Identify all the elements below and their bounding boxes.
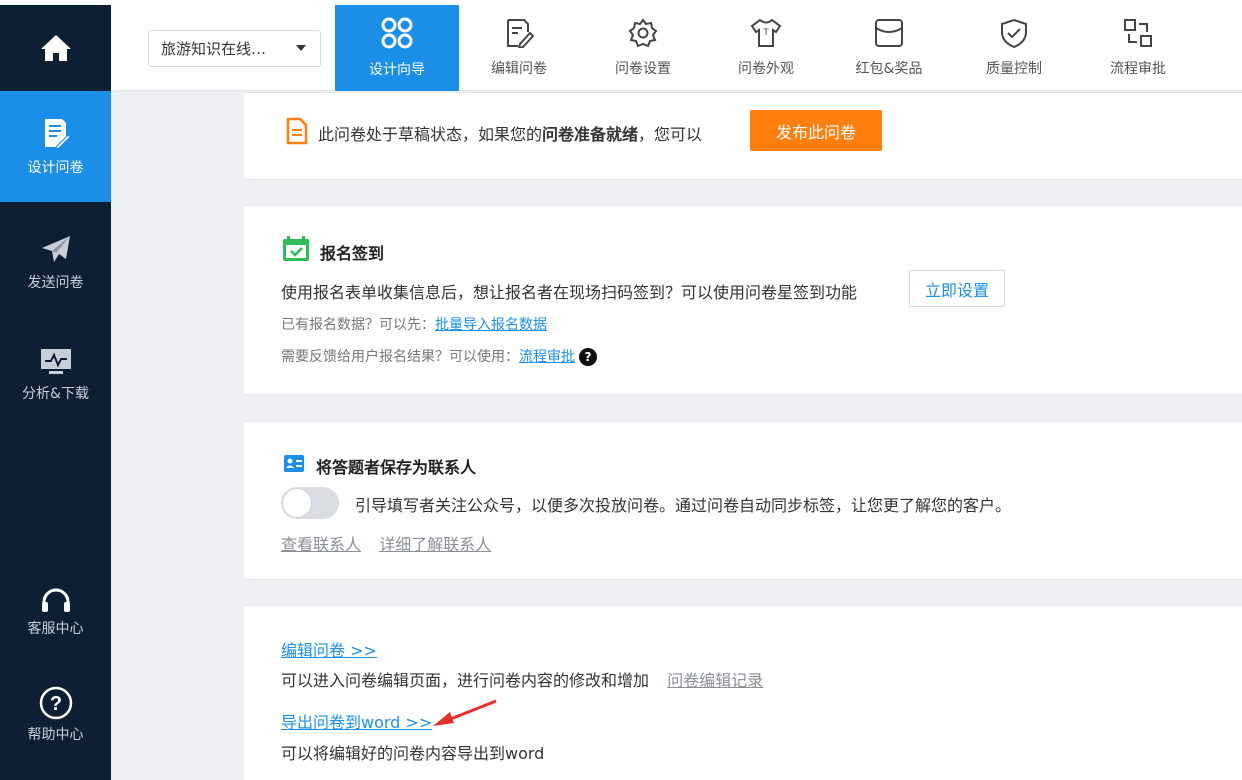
- question-circle-icon: ?: [39, 686, 72, 720]
- tab-survey-appearance[interactable]: T 问卷外观: [704, 5, 828, 91]
- home-button[interactable]: [0, 5, 111, 91]
- export-word-link[interactable]: 导出问卷到word >>: [281, 709, 432, 733]
- sidebar-item-label: 设计问卷: [27, 159, 84, 176]
- draft-text-before: 此问卷处于草稿状态，如果您的: [318, 125, 543, 144]
- contacts-title: 将答题者保存为联系人: [316, 458, 477, 477]
- calendar-check-icon: [283, 236, 309, 261]
- signup-title: 报名签到: [320, 244, 385, 263]
- process-approval-link[interactable]: 流程审批: [519, 349, 575, 365]
- feedback-hint: 需要反馈给用户报名结果？可以使用：流程审批?: [281, 346, 597, 366]
- gear-icon: [628, 18, 658, 48]
- sidebar-item-support[interactable]: 客服中心: [0, 573, 111, 653]
- sidebar-item-label: 客服中心: [27, 621, 84, 637]
- sidebar-item-analysis[interactable]: 分析&下载: [0, 325, 111, 425]
- contact-card-icon: [284, 455, 304, 472]
- top-nav-bar: 旅游知识在线… 设计向导 编辑问卷 问卷设置 T 问卷外观 红包&奖品 质量控制…: [111, 5, 1242, 91]
- toggle-description: 引导填写者关注公众号，以便多次投放问卷。通过问卷自动同步标签，让您更了解您的客户…: [355, 496, 1012, 515]
- edit-export-card: 编辑问卷 >> 可以进入问卷编辑页面，进行问卷内容的修改和增加 问卷编辑记录 导…: [244, 605, 1242, 780]
- sidebar-item-design[interactable]: 设计问卷: [0, 91, 111, 202]
- sidebar-item-label: 发送问卷: [27, 275, 84, 291]
- tab-process-approval[interactable]: 流程审批: [1076, 5, 1200, 91]
- toggle-knob: [282, 488, 312, 518]
- draft-notice-card: 此问卷处于草稿状态，如果您的问卷准备就绪，您可以 发布此问卷: [244, 92, 1242, 180]
- tab-label: 流程审批: [1110, 61, 1166, 77]
- signup-description: 使用报名表单收集信息后，想让报名者在现场扫码签到？可以使用问卷星签到功能: [281, 283, 858, 302]
- publish-button[interactable]: 发布此问卷: [750, 110, 882, 151]
- tab-survey-settings[interactable]: 问卷设置: [581, 5, 705, 91]
- edit-history-link[interactable]: 问卷编辑记录: [667, 671, 763, 690]
- tab-label: 问卷外观: [738, 61, 794, 77]
- flow-icon: [1124, 19, 1152, 47]
- sidebar-item-label: 分析&下载: [22, 386, 89, 402]
- export-description: 可以将编辑好的问卷内容导出到word: [281, 744, 545, 763]
- paper-plane-icon: [41, 236, 70, 262]
- import-hint: 已有报名数据？可以先：批量导入报名数据: [281, 314, 547, 334]
- edit-description: 可以进入问卷编辑页面，进行问卷内容的修改和增加 问卷编辑记录: [281, 667, 763, 691]
- gift-box-icon: [875, 19, 903, 47]
- tab-label: 红包&奖品: [855, 61, 923, 77]
- setup-now-button[interactable]: 立即设置: [909, 270, 1005, 307]
- follow-account-toggle[interactable]: [281, 487, 339, 519]
- tab-label: 问卷设置: [615, 61, 671, 77]
- draft-text-after: ，您可以: [638, 125, 703, 144]
- svg-text:T: T: [763, 27, 769, 37]
- sidebar-item-label: 帮助中心: [27, 727, 84, 743]
- batch-import-link[interactable]: 批量导入报名数据: [435, 317, 547, 333]
- draft-text-bold: 问卷准备就绪: [542, 125, 639, 144]
- shield-check-icon: [1001, 18, 1027, 48]
- edit-desc-text: 可以进入问卷编辑页面，进行问卷内容的修改和增加: [281, 671, 650, 690]
- signup-checkin-card: 报名签到 使用报名表单收集信息后，想让报名者在现场扫码签到？可以使用问卷星签到功…: [244, 205, 1242, 395]
- edit-document-icon: [44, 118, 70, 149]
- learn-contacts-link[interactable]: 详细了解联系人: [379, 535, 491, 554]
- import-prefix: 已有报名数据？可以先：: [281, 317, 435, 333]
- left-sidebar: 设计问卷 发送问卷 分析&下载 客服中心 ? 帮助中心: [0, 5, 111, 780]
- sidebar-item-send[interactable]: 发送问卷: [0, 213, 111, 313]
- sidebar-item-help[interactable]: ? 帮助中心: [0, 670, 111, 760]
- tab-label: 质量控制: [986, 61, 1042, 77]
- tab-label: 编辑问卷: [491, 61, 547, 77]
- survey-select-value: 旅游知识在线…: [161, 40, 267, 58]
- edit-icon: [507, 19, 534, 48]
- caret-down-icon: [296, 45, 306, 51]
- draft-status-text: 此问卷处于草稿状态，如果您的问卷准备就绪，您可以: [318, 121, 702, 145]
- contacts-links: 查看联系人 详细了解联系人: [281, 531, 491, 555]
- headset-icon: [41, 588, 70, 612]
- tab-label: 设计向导: [369, 62, 425, 78]
- tab-design-wizard[interactable]: 设计向导: [335, 5, 459, 91]
- tab-redpacket-prizes[interactable]: 红包&奖品: [827, 5, 951, 91]
- svg-text:?: ?: [49, 693, 61, 715]
- home-icon: [40, 35, 71, 61]
- chart-monitor-icon: [40, 349, 71, 374]
- view-contacts-link[interactable]: 查看联系人: [281, 535, 361, 554]
- survey-select[interactable]: 旅游知识在线…: [148, 30, 321, 67]
- save-contacts-card: 将答题者保存为联系人 引导填写者关注公众号，以便多次投放问卷。通过问卷自动同步标…: [244, 421, 1242, 580]
- red-arrow-annotation: [433, 699, 497, 726]
- grid-icon: [381, 17, 413, 49]
- tab-quality-control[interactable]: 质量控制: [952, 5, 1076, 91]
- feedback-prefix: 需要反馈给用户报名结果？可以使用：: [281, 349, 519, 365]
- document-icon: [286, 117, 308, 145]
- shirt-icon: T: [750, 18, 782, 47]
- edit-survey-link[interactable]: 编辑问卷 >>: [281, 637, 377, 661]
- help-question-icon[interactable]: ?: [579, 348, 597, 366]
- tab-edit-survey[interactable]: 编辑问卷: [457, 5, 581, 91]
